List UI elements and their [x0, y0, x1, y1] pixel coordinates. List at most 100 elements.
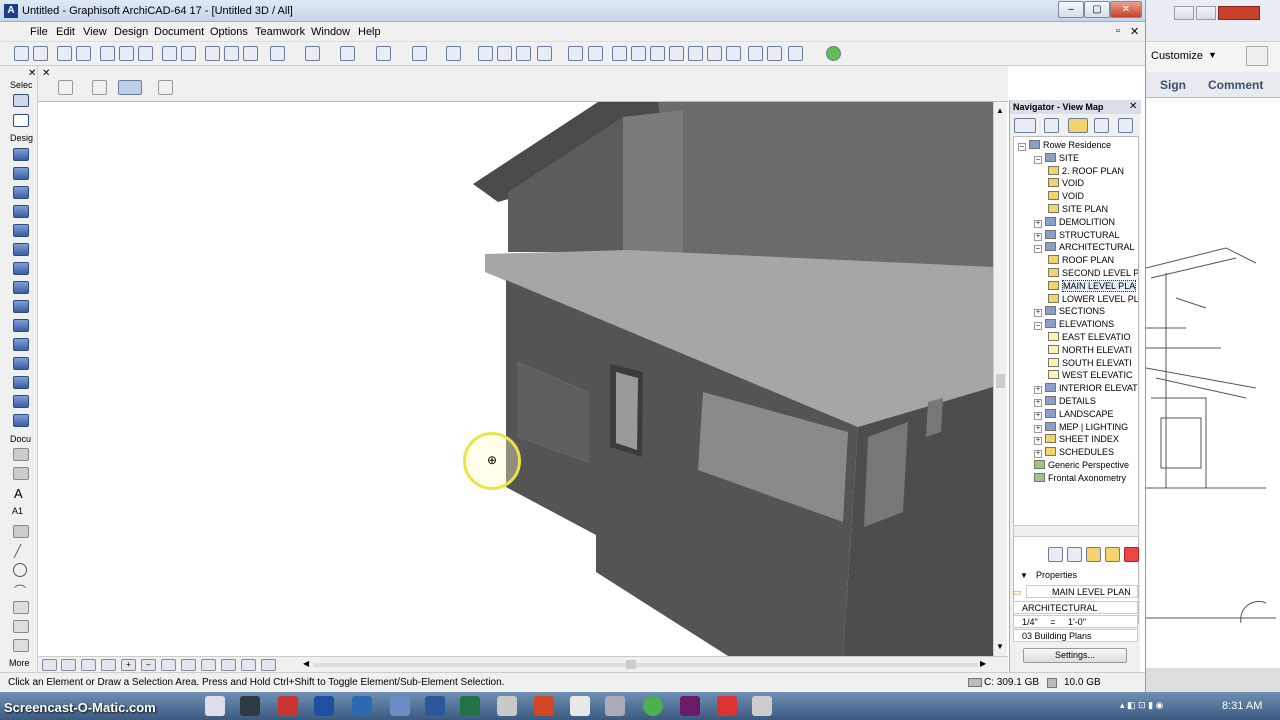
zoom-fit-icon[interactable]	[61, 659, 76, 671]
nav-tree-item[interactable]: + SCHEDULES	[1034, 447, 1114, 459]
navigator-hscroll[interactable]	[1013, 525, 1139, 537]
text-tool-icon[interactable]: A	[14, 486, 23, 501]
doc-minimize-icon[interactable]: ▫	[1116, 25, 1120, 37]
drawing-tool-icon[interactable]	[13, 601, 29, 614]
elevate-icon[interactable]	[726, 46, 741, 61]
vertical-scrollbar[interactable]: ▲ ▼	[993, 102, 1007, 656]
nav-tree-item[interactable]: ROOF PLAN	[1048, 255, 1114, 265]
menu-file[interactable]: File	[30, 26, 48, 38]
pen-set-icon[interactable]	[446, 46, 461, 61]
paste-icon[interactable]	[138, 46, 153, 61]
explore-icon[interactable]	[201, 659, 216, 671]
scroll-thumb[interactable]	[996, 374, 1005, 388]
expand-icon[interactable]: +	[1034, 219, 1042, 228]
rotated-rectangle-icon[interactable]	[118, 80, 142, 95]
reference-icon[interactable]	[497, 46, 512, 61]
collapse-icon[interactable]: –	[1034, 245, 1042, 254]
selection-method-icon[interactable]	[58, 80, 73, 95]
zoom-area-icon[interactable]	[81, 659, 96, 671]
cut-icon[interactable]	[100, 46, 115, 61]
view-settings-icon[interactable]	[1105, 547, 1120, 562]
customize-menu-label[interactable]: Customize	[1151, 50, 1203, 62]
zoom-out-icon[interactable]: –	[141, 659, 156, 671]
morph-tool-icon[interactable]	[13, 357, 29, 370]
doc-close-icon[interactable]: ✕	[1130, 25, 1139, 38]
taskbar-revit-icon[interactable]	[314, 696, 334, 716]
undo-icon[interactable]	[162, 46, 177, 61]
clone-folder-icon[interactable]	[1067, 547, 1082, 562]
expand-icon[interactable]: +	[1034, 386, 1042, 395]
rectangle-geometry-icon[interactable]	[92, 80, 107, 95]
copy-icon[interactable]	[119, 46, 134, 61]
new-folder-icon[interactable]	[1048, 547, 1063, 562]
trace-icon[interactable]	[478, 46, 493, 61]
polyline-tool-icon[interactable]: ⌒	[14, 582, 26, 599]
curtain-wall-tool-icon[interactable]	[13, 338, 29, 351]
nav-tree-item[interactable]: – ARCHITECTURAL	[1034, 242, 1135, 254]
fit-window-icon[interactable]	[101, 659, 116, 671]
settings-button[interactable]: Settings...	[1023, 648, 1127, 663]
object-tool-icon[interactable]	[13, 376, 29, 389]
menu-edit[interactable]: Edit	[56, 26, 75, 38]
column-tool-icon[interactable]	[13, 205, 29, 218]
view-name-field[interactable]: MAIN LEVEL PLAN	[1026, 585, 1138, 598]
scale-field[interactable]: 1/4" = 1'-0"	[1013, 615, 1138, 628]
project-map-icon[interactable]	[1014, 118, 1036, 133]
home-icon[interactable]	[1044, 118, 1059, 133]
view-map-icon[interactable]	[1068, 118, 1088, 133]
wall-tool-icon[interactable]	[13, 148, 29, 161]
nav-tree-item[interactable]: EAST ELEVATIO	[1048, 332, 1131, 342]
pdf-maximize-button[interactable]	[1196, 6, 1216, 20]
3d-window-icon[interactable]	[748, 46, 763, 61]
menu-options[interactable]: Options	[210, 26, 248, 38]
orbit-icon[interactable]	[161, 659, 176, 671]
arrow-tool-icon[interactable]	[13, 94, 29, 107]
taskbar-excel-icon[interactable]	[460, 696, 480, 716]
taskbar-word-icon[interactable]	[425, 696, 445, 716]
collapse-icon[interactable]: –	[1018, 143, 1026, 151]
nav-tree-item[interactable]: SECOND LEVEL P	[1048, 268, 1138, 278]
mirror-icon[interactable]	[588, 46, 603, 61]
cross-icon[interactable]	[516, 46, 531, 61]
nav-tree-item[interactable]: 2. ROOF PLAN	[1048, 165, 1124, 176]
clock[interactable]: 8:31 AM	[1222, 700, 1262, 712]
open-icon[interactable]	[33, 46, 48, 61]
taskbar-outlook-icon[interactable]	[352, 696, 372, 716]
expand-icon[interactable]: +	[1034, 450, 1042, 459]
line-tool-icon[interactable]: ╱	[14, 544, 21, 558]
intersect-icon[interactable]	[631, 46, 646, 61]
taskbar-app-icon-2[interactable]	[240, 696, 260, 716]
layers-icon[interactable]	[412, 46, 427, 61]
taskbar-app-icon-4[interactable]	[497, 696, 517, 716]
taskbar-app-icon-6[interactable]	[752, 696, 772, 716]
comment-button[interactable]: Comment	[1208, 78, 1263, 92]
pen-set-field[interactable]: 03 Building Plans	[1013, 629, 1138, 642]
menu-help[interactable]: Help	[358, 26, 381, 38]
nav-tree-item[interactable]: LOWER LEVEL PL	[1048, 293, 1138, 304]
nav-tree-item[interactable]: Frontal Axonometry	[1034, 472, 1126, 483]
menu-view[interactable]: View	[83, 26, 107, 38]
expand-icon[interactable]: +	[1034, 232, 1042, 241]
navigator-close-icon[interactable]: ✕	[1129, 101, 1137, 112]
pdf-minimize-button[interactable]	[1174, 6, 1194, 20]
hotspot-tool-icon[interactable]	[13, 620, 29, 633]
next-zoom-icon[interactable]	[241, 659, 256, 671]
pan-icon[interactable]	[181, 659, 196, 671]
more-tools-label[interactable]: More	[9, 658, 30, 668]
nav-tree-item[interactable]: – Rowe Residence	[1018, 140, 1111, 151]
zone-tool-icon[interactable]	[13, 395, 29, 408]
nav-tree-item[interactable]: + LANDSCAPE	[1034, 408, 1114, 420]
fillet-icon[interactable]	[650, 46, 665, 61]
pdf-close-button[interactable]	[1218, 6, 1260, 20]
roof-tool-icon[interactable]	[13, 281, 29, 294]
taskbar-powerpoint-icon[interactable]	[534, 696, 554, 716]
scroll-up-icon[interactable]: ▲	[996, 106, 1004, 115]
beam-tool-icon[interactable]	[13, 224, 29, 237]
nav-tree-item[interactable]: + DETAILS	[1034, 396, 1096, 407]
render-icon[interactable]	[788, 46, 803, 61]
taskbar-app-icon-5[interactable]	[570, 696, 590, 716]
measure-icon[interactable]	[537, 46, 552, 61]
level-dimension-tool-icon[interactable]	[13, 467, 29, 480]
archicad-app-icon[interactable]: A	[4, 4, 18, 18]
fill-tool-icon[interactable]	[13, 525, 29, 538]
